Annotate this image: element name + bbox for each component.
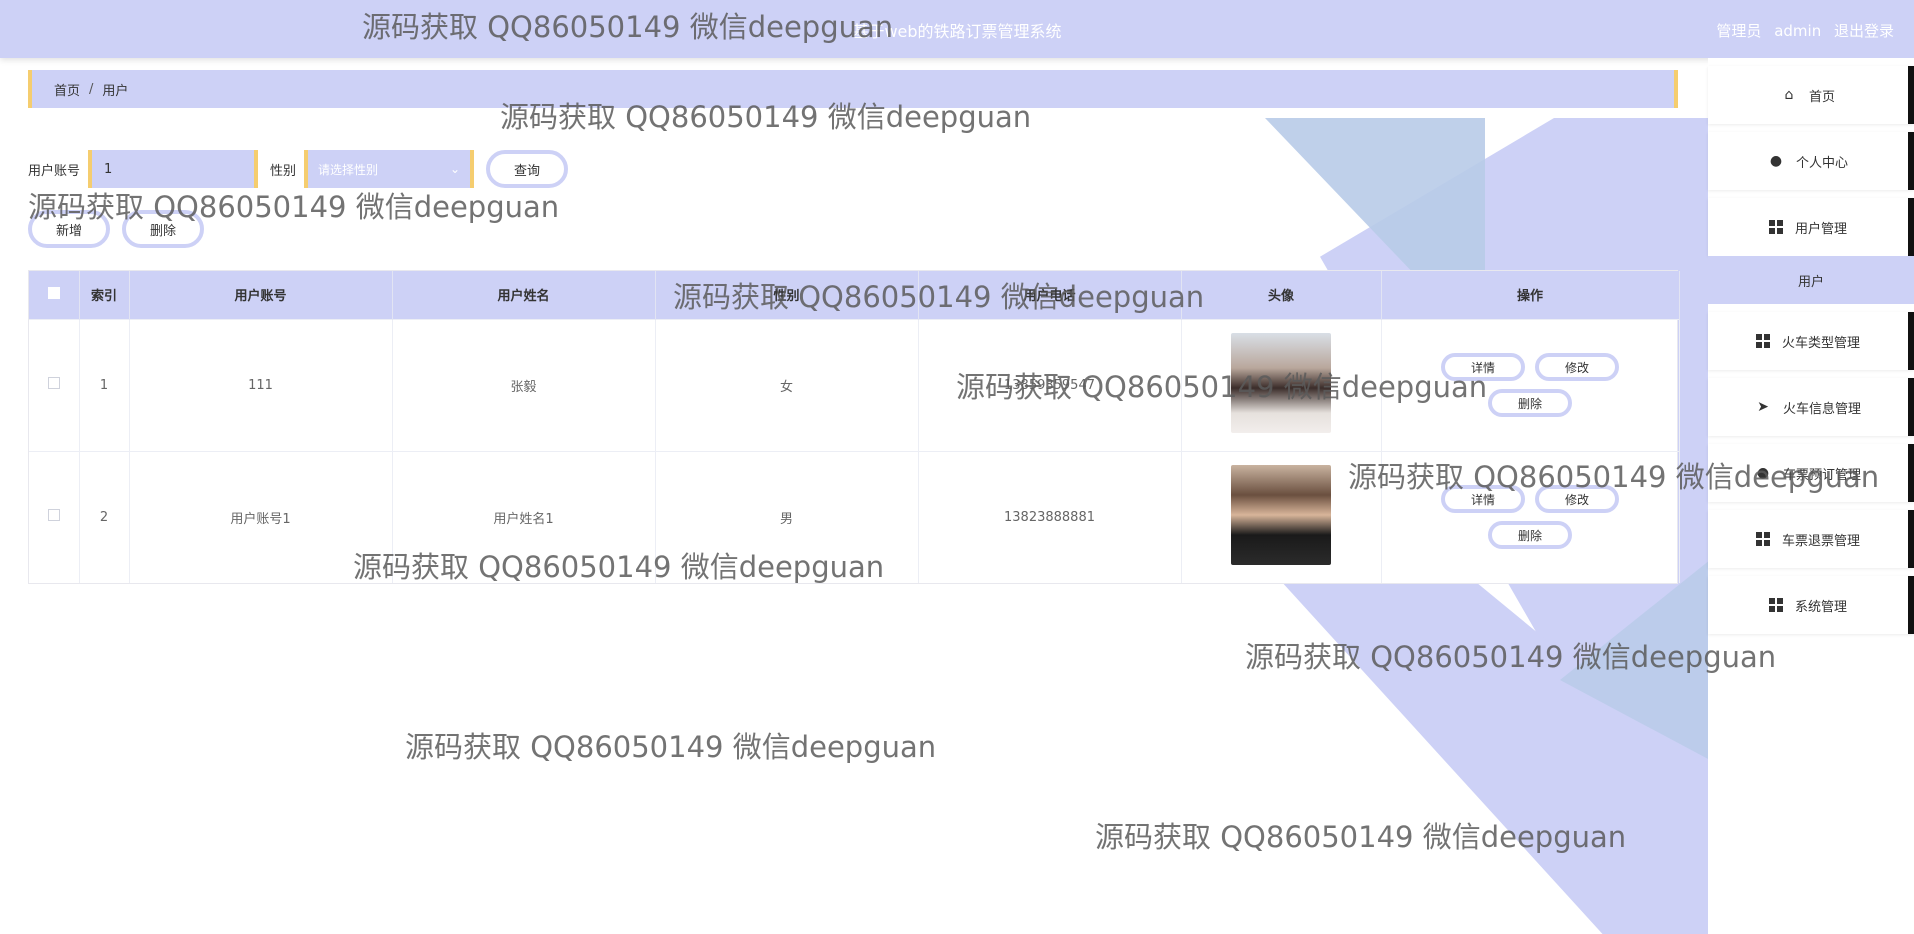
user-icon: ● <box>1769 153 1783 169</box>
column-header: 操作 <box>1381 271 1680 319</box>
sidebar-item-label: 个人中心 <box>1795 155 1848 171</box>
edit-button[interactable]: 修改 <box>1535 353 1619 381</box>
watermark-text: 源码获取 QQ86050149 微信deepguan <box>1348 460 1880 494</box>
avatar[interactable] <box>1231 465 1331 566</box>
watermark-text: 源码获取 QQ86050149 微信deepguan <box>362 10 894 44</box>
watermark-text: 源码获取 QQ86050149 微信deepguan <box>673 280 1205 314</box>
sidebar-item-refund[interactable]: 车票退票管理 <box>1708 510 1914 568</box>
row-select-cell <box>29 318 80 451</box>
select-all-checkbox[interactable] <box>47 286 60 299</box>
query-button[interactable]: 查询 <box>486 150 569 188</box>
watermark-text: 源码获取 QQ86050149 微信deepguan <box>956 370 1488 404</box>
sidebar-item-label: 车票退票管理 <box>1781 533 1860 549</box>
phone-cell: 13823888881 <box>918 450 1182 583</box>
column-header: 索引 <box>79 271 130 319</box>
sidebar-item-train-info[interactable]: ➤ 火车信息管理 <box>1708 378 1914 436</box>
row-select-cell <box>29 450 80 583</box>
account-search-input[interactable] <box>88 150 259 188</box>
search-form: 用户账号 性别 请选择性别 ⌄ 查询 <box>28 150 569 188</box>
breadcrumb-separator: / <box>89 81 94 97</box>
watermark-text: 源码获取 QQ86050149 微信deepguan <box>1245 640 1777 674</box>
user-area: 管理员 admin 退出登录 <box>1708 20 1894 41</box>
sidebar-item-label: 火车信息管理 <box>1782 401 1861 417</box>
gender-label: 性别 <box>270 163 297 179</box>
home-icon: ⌂ <box>1784 87 1794 103</box>
sidebar-item-label: 火车类型管理 <box>1781 335 1860 351</box>
sidebar-item-label: 首页 <box>1808 89 1835 105</box>
grid-icon <box>1768 220 1783 234</box>
chevron-down-icon: ⌄ <box>449 162 461 176</box>
breadcrumb-current: 用户 <box>102 83 129 99</box>
watermark-text: 源码获取 QQ86050149 微信deepguan <box>500 100 1032 134</box>
index-cell: 2 <box>79 450 130 583</box>
logout-link[interactable]: 退出登录 <box>1834 22 1894 40</box>
delete-button[interactable]: 删除 <box>1488 521 1572 550</box>
grid-icon <box>1768 598 1783 612</box>
account-label: 用户账号 <box>28 163 81 179</box>
watermark-text: 源码获取 QQ86050149 微信deepguan <box>28 190 560 224</box>
top-header: 基于web的铁路订票管理系统 管理员 admin 退出登录 <box>0 0 1914 58</box>
sidebar-item-label: 系统管理 <box>1794 599 1847 615</box>
user-role: 管理员 <box>1716 22 1762 40</box>
send-icon: ➤ <box>1757 399 1769 415</box>
sidebar-menu: ⌂ 首页 ● 个人中心 用户管理 用户 火车类型管理 ➤ 火车信息管理 ● 车票… <box>1708 58 1914 934</box>
user-name: admin <box>1774 22 1822 40</box>
watermark-text: 源码获取 QQ86050149 微信deepguan <box>1095 820 1627 854</box>
gender-select[interactable]: 请选择性别 ⌄ <box>304 150 475 188</box>
column-header: 头像 <box>1181 271 1382 319</box>
watermark-text: 源码获取 QQ86050149 微信deepguan <box>353 550 885 584</box>
sidebar-item-train-type[interactable]: 火车类型管理 <box>1708 312 1914 370</box>
column-header: 用户姓名 <box>392 271 656 319</box>
column-header: 用户账号 <box>129 271 393 319</box>
breadcrumb-home[interactable]: 首页 <box>54 80 80 99</box>
row-checkbox[interactable] <box>47 377 60 389</box>
sidebar-item-user-management[interactable]: 用户管理 <box>1708 198 1914 256</box>
grid-icon <box>1755 334 1770 348</box>
name-cell: 张毅 <box>392 318 656 451</box>
sidebar-item-home[interactable]: ⌂ 首页 <box>1708 66 1914 124</box>
select-all-cell <box>29 271 80 319</box>
gender-select-placeholder: 请选择性别 <box>318 162 379 177</box>
gender-cell: 女 <box>655 318 919 451</box>
account-cell: 111 <box>129 318 393 451</box>
user-table: 索引 用户账号 用户姓名 性别 用户电话 头像 操作 1 111 张毅 女 13… <box>28 270 1680 584</box>
row-checkbox[interactable] <box>47 509 60 522</box>
delete-button[interactable]: 删除 <box>1488 389 1572 417</box>
sidebar-subitem-users[interactable]: 用户 <box>1708 256 1914 304</box>
sidebar-item-label: 用户管理 <box>1794 221 1847 237</box>
watermark-text: 源码获取 QQ86050149 微信deepguan <box>405 730 937 764</box>
index-cell: 1 <box>79 318 130 451</box>
grid-icon <box>1755 532 1770 546</box>
sidebar-item-profile[interactable]: ● 个人中心 <box>1708 132 1914 190</box>
sidebar-item-label: 用户 <box>1797 274 1824 290</box>
sidebar-item-system[interactable]: 系统管理 <box>1708 576 1914 634</box>
app-title: 基于web的铁路订票管理系统 <box>852 22 1062 41</box>
